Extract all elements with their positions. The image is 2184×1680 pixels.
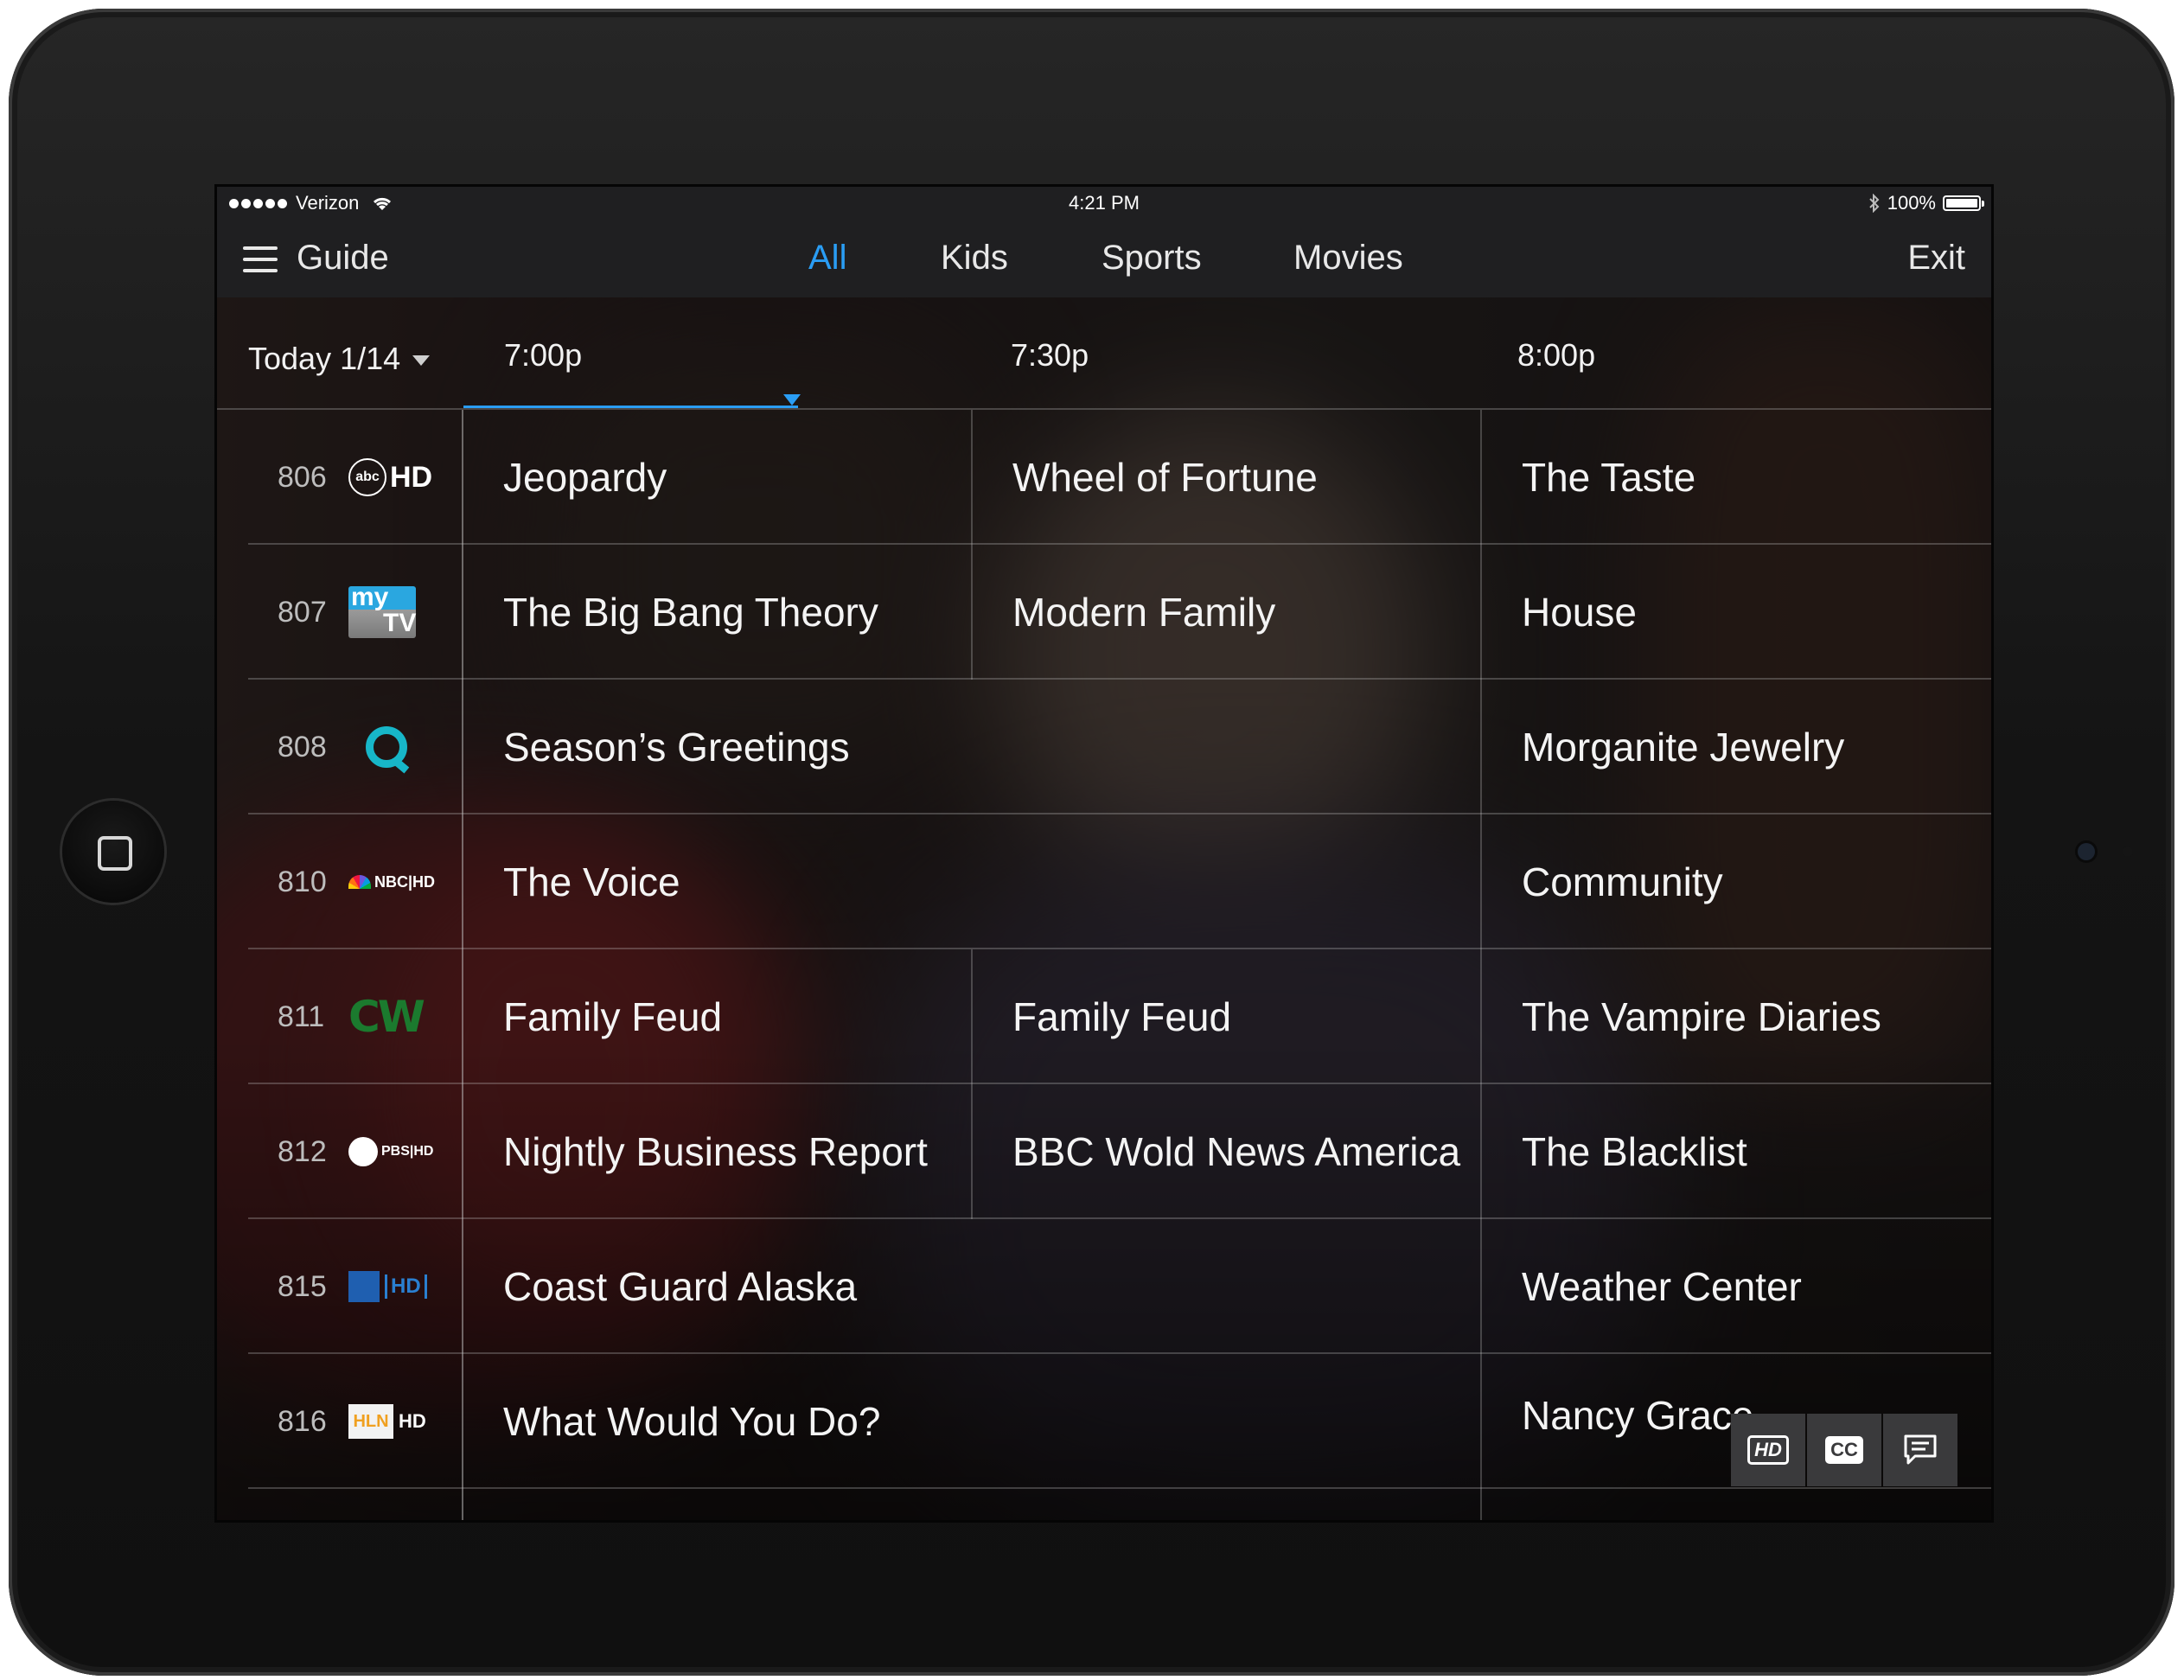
- exit-button[interactable]: Exit: [1907, 239, 1965, 278]
- program-cell[interactable]: Season’s Greetings: [462, 680, 1480, 814]
- closed-caption-button[interactable]: CC: [1807, 1414, 1881, 1486]
- program-cell[interactable]: The Voice: [462, 814, 1480, 949]
- program-cell[interactable]: Family Feud: [462, 949, 971, 1084]
- channel-row: 807 my TV The Big Bang Theory Modern Fam…: [217, 545, 1991, 680]
- channel-row: 811 CW Family Feud Family Feud The Vampi…: [217, 949, 1991, 1084]
- channel-number: 810: [278, 865, 327, 898]
- status-time: 4:21 PM: [1069, 192, 1140, 214]
- date-selector[interactable]: Today 1/14: [248, 341, 431, 377]
- pbs-hd-logo: PBS|HD: [348, 1137, 433, 1166]
- hd-button[interactable]: HD: [1731, 1414, 1805, 1486]
- time-header: Today 1/14 7:00p 7:30p 8:00p: [217, 297, 1991, 410]
- channel-row: 810 NBC|HD The Voice Community: [217, 814, 1991, 949]
- channel-info[interactable]: 807 my TV: [278, 545, 463, 680]
- message-icon: [1904, 1434, 1937, 1465]
- status-bar: Verizon 4:21 PM 100%: [217, 187, 1991, 220]
- bluetooth-icon: [1869, 194, 1880, 213]
- channel-number: 806: [278, 460, 327, 494]
- hd-icon: HD: [1747, 1435, 1789, 1465]
- program-grid: 806 abc HD Jeopardy Wheel of Fortune The …: [217, 410, 1991, 1520]
- current-time-marker: [783, 394, 801, 406]
- tab-kids[interactable]: Kids: [941, 239, 1008, 278]
- sensor-dot: [2123, 846, 2133, 857]
- channel-info[interactable]: 816 HLN HD: [278, 1354, 463, 1489]
- program-cell[interactable]: The Vampire Diaries: [1480, 949, 1991, 1084]
- channel-number: 816: [278, 1404, 327, 1438]
- channel-number: 815: [278, 1269, 327, 1303]
- program-cell[interactable]: Jeopardy: [462, 410, 971, 545]
- time-slot-2: 7:30p: [1011, 337, 1089, 373]
- weather-channel-hd-logo: HD: [348, 1271, 427, 1302]
- channel-row: 808 Season’s Greetings Morganite Jewelry: [217, 680, 1991, 814]
- message-button[interactable]: [1883, 1414, 1957, 1486]
- program-cell[interactable]: Nightly Business Report: [462, 1084, 971, 1219]
- home-button[interactable]: [62, 801, 164, 903]
- channel-number: 812: [278, 1134, 327, 1168]
- time-slot-1: 7:00p: [504, 337, 583, 373]
- time-slot-3: 8:00p: [1517, 337, 1596, 373]
- channel-row-partial: [217, 1489, 1991, 1520]
- tab-movies[interactable]: Movies: [1293, 239, 1403, 278]
- program-cell[interactable]: [462, 1489, 1480, 1520]
- weather-channel-box-icon: [348, 1271, 380, 1302]
- program-cell[interactable]: Family Feud: [971, 949, 1480, 1084]
- program-cell[interactable]: Coast Guard Alaska: [462, 1219, 1480, 1354]
- pbs-head-icon: [348, 1137, 378, 1166]
- screen: Verizon 4:21 PM 100% Guide All Kids Spor…: [214, 184, 1994, 1523]
- playback-actions: HD CC: [1731, 1414, 1957, 1486]
- channel-number: 808: [278, 730, 327, 763]
- program-cell[interactable]: Weather Center: [1480, 1219, 1991, 1354]
- home-square-icon: [98, 836, 132, 871]
- channel-number: 807: [278, 595, 327, 629]
- channel-info[interactable]: 808: [278, 680, 463, 814]
- cc-icon: CC: [1825, 1436, 1863, 1464]
- channel-number: 811: [278, 1000, 325, 1033]
- nbc-peacock-icon: [348, 875, 371, 889]
- date-label: Today 1/14: [248, 341, 401, 376]
- page-title: Guide: [297, 239, 389, 277]
- tab-all[interactable]: All: [808, 239, 846, 278]
- channel-row: 815 HD Coast Guard Alaska Weather Center: [217, 1219, 1991, 1354]
- program-cell[interactable]: Morganite Jewelry: [1480, 680, 1991, 814]
- nav-bar: Guide All Kids Sports Movies Exit: [217, 220, 1991, 297]
- nbc-hd-logo: NBC|HD: [348, 873, 435, 891]
- program-cell[interactable]: The Taste: [1480, 410, 1991, 545]
- tablet-frame: Verizon 4:21 PM 100% Guide All Kids Spor…: [9, 9, 2174, 1676]
- battery-percent: 100%: [1887, 192, 1936, 214]
- abc-hd-logo: abc HD: [348, 458, 432, 496]
- channel-info[interactable]: 811 CW: [278, 949, 463, 1084]
- channel-row: 812 PBS|HD Nightly Business Report BBC W…: [217, 1084, 1991, 1219]
- channel-info[interactable]: 815 HD: [278, 1219, 463, 1354]
- program-cell[interactable]: Modern Family: [971, 545, 1480, 680]
- chevron-down-icon: [412, 355, 431, 367]
- program-cell[interactable]: House: [1480, 545, 1991, 680]
- program-cell[interactable]: [1480, 1489, 1991, 1520]
- program-cell[interactable]: Wheel of Fortune: [971, 410, 1480, 545]
- channel-row: 806 abc HD Jeopardy Wheel of Fortune The …: [217, 410, 1991, 545]
- program-cell[interactable]: What Would You Do?: [462, 1354, 1480, 1489]
- channel-info[interactable]: 812 PBS|HD: [278, 1084, 463, 1219]
- program-cell[interactable]: BBC Wold News America: [971, 1084, 1480, 1219]
- battery-icon: [1943, 195, 1984, 211]
- mynetwork-tv-logo: my TV: [348, 583, 416, 638]
- channel-info[interactable]: 806 abc HD: [278, 410, 463, 545]
- channel-info[interactable]: 810 NBC|HD: [278, 814, 463, 949]
- camera-icon: [2078, 843, 2095, 860]
- menu-icon[interactable]: [243, 246, 278, 272]
- program-cell[interactable]: The Big Bang Theory: [462, 545, 971, 680]
- cw-logo: CW: [348, 992, 425, 1042]
- program-cell[interactable]: The Blacklist: [1480, 1084, 1991, 1219]
- hln-hd-logo: HLN HD: [348, 1404, 426, 1439]
- qvc-hd-logo: [348, 726, 407, 768]
- program-cell[interactable]: Community: [1480, 814, 1991, 949]
- tab-sports[interactable]: Sports: [1102, 239, 1202, 278]
- channel-row: 816 HLN HD What Would You Do? Nancy Grace: [217, 1354, 1991, 1489]
